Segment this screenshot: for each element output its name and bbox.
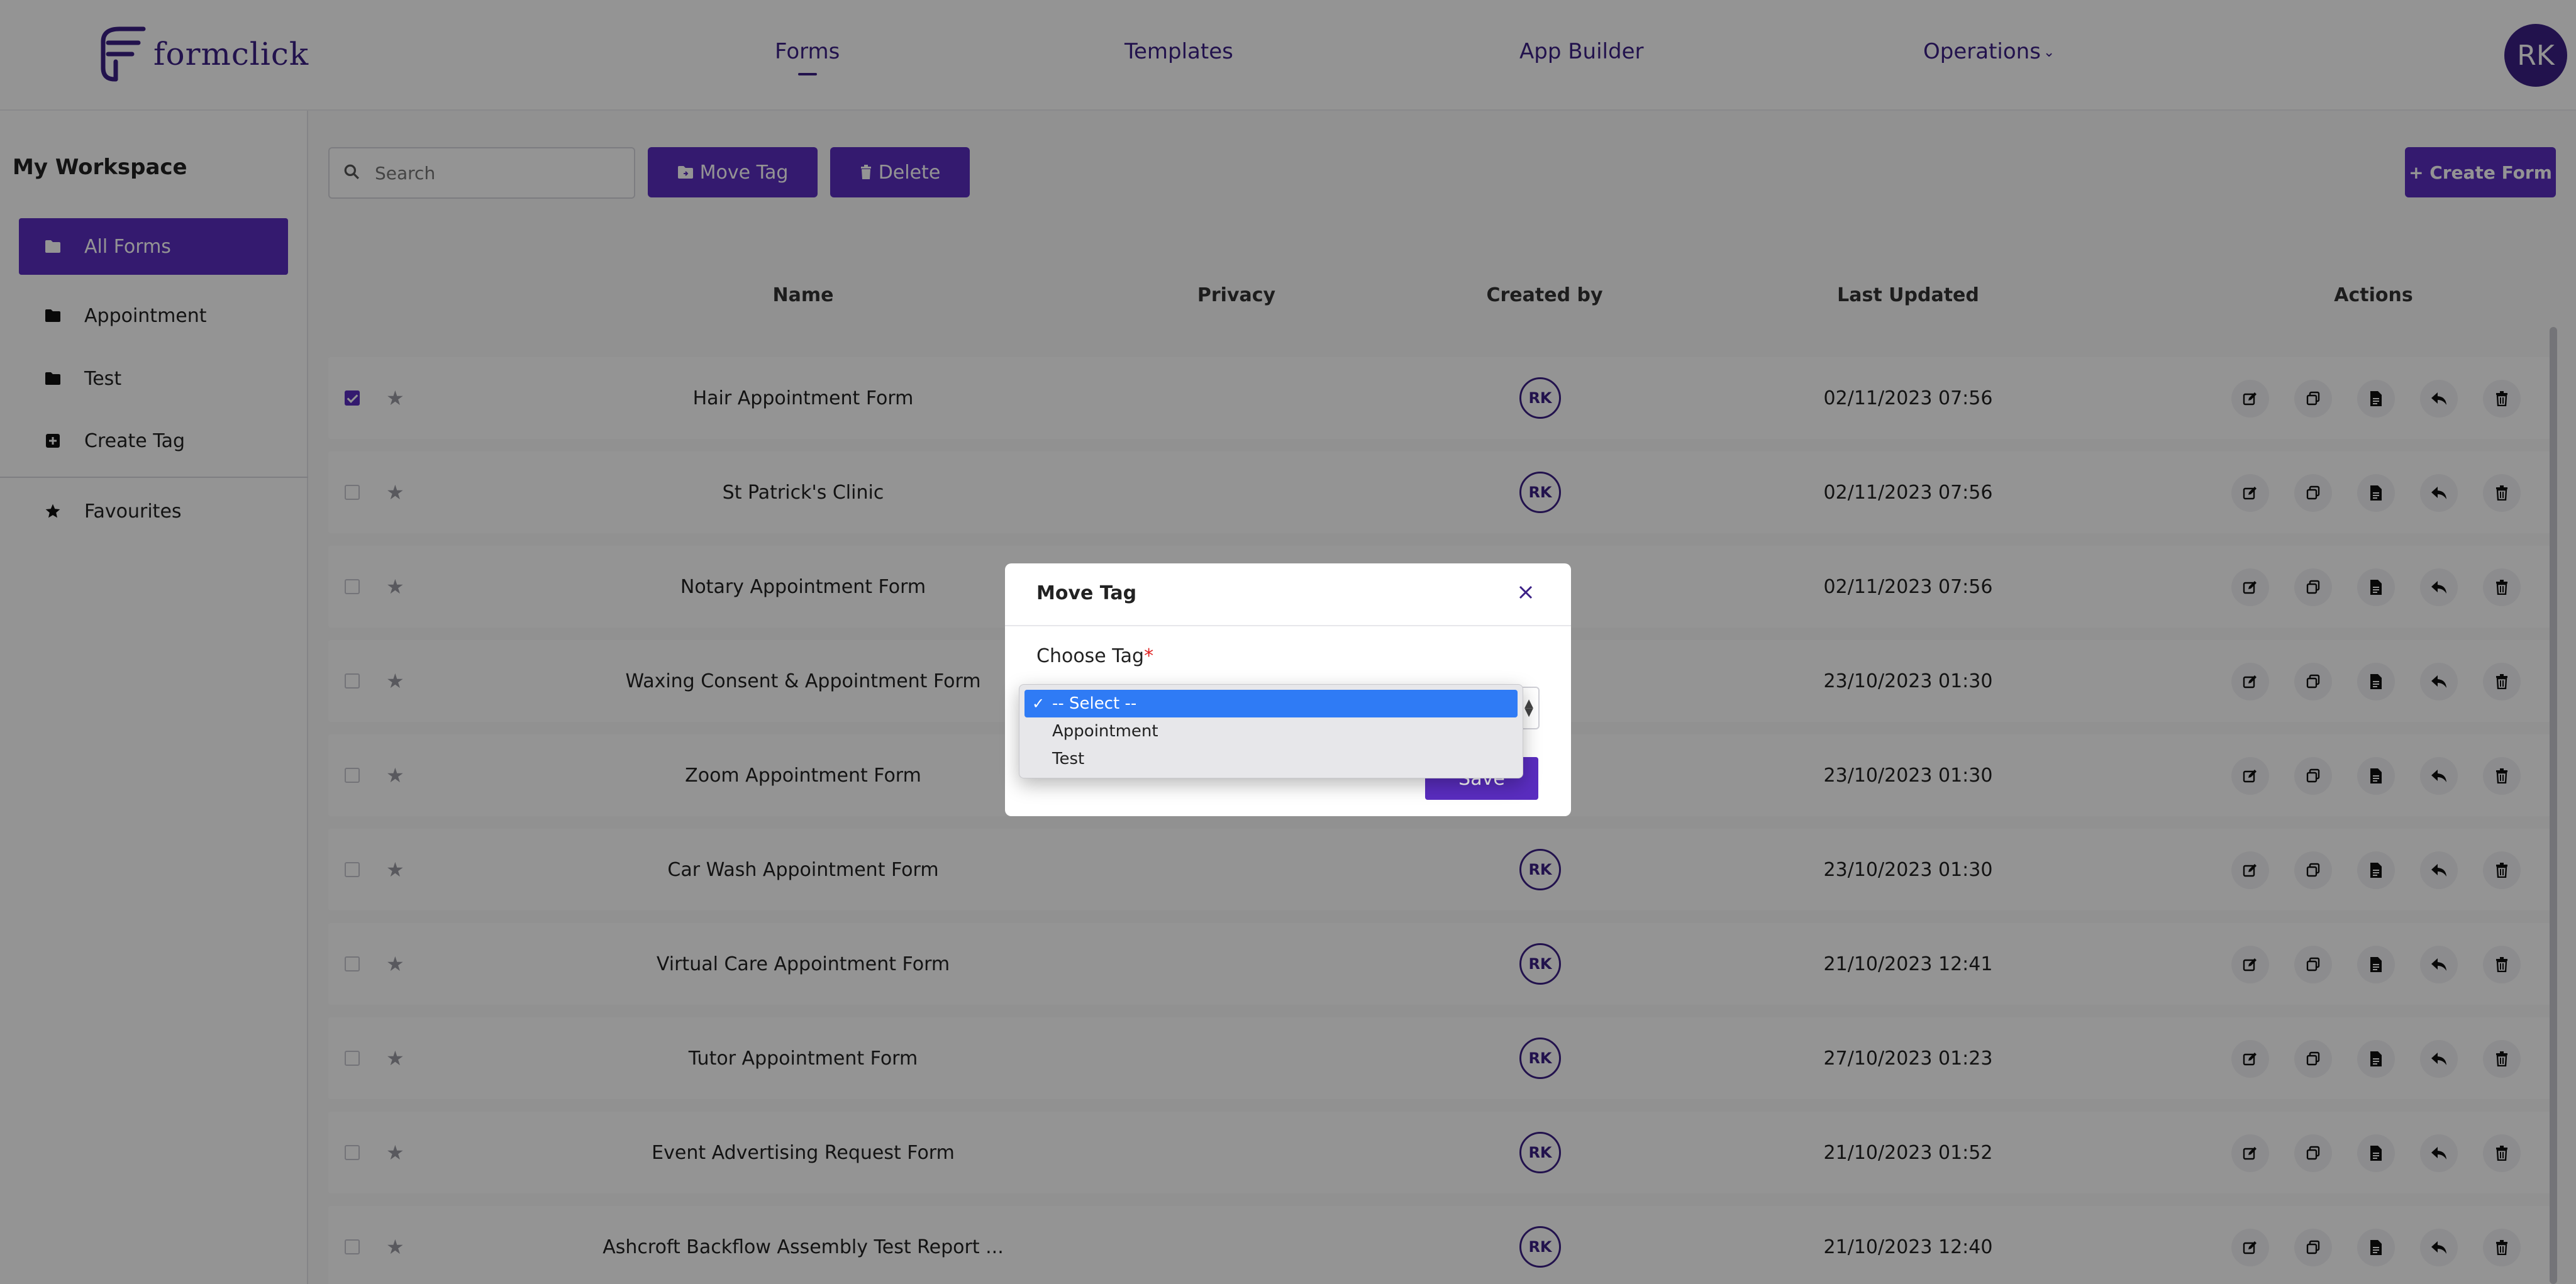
required-mark: *: [1144, 645, 1154, 667]
dropdown-option-label: Test: [1052, 750, 1085, 768]
dropdown-option-label: -- Select --: [1052, 694, 1137, 713]
choose-tag-label: Choose Tag*: [1036, 645, 1153, 667]
select-arrows-icon: ▲ ▼: [1524, 697, 1533, 719]
choose-tag-text: Choose Tag: [1036, 645, 1145, 667]
close-icon: [1519, 585, 1533, 599]
dropdown-option-label: Appointment: [1052, 722, 1158, 741]
close-button[interactable]: [1513, 580, 1538, 605]
modal-divider: [1005, 625, 1571, 626]
checkmark-icon: ✓: [1032, 695, 1045, 712]
dropdown-option-test[interactable]: Test: [1024, 745, 1518, 773]
dropdown-option-appointment[interactable]: Appointment: [1024, 717, 1518, 745]
dropdown-option-select[interactable]: ✓ -- Select --: [1024, 690, 1518, 717]
tag-dropdown-list: ✓ -- Select -- Appointment Test: [1019, 684, 1523, 778]
modal-title: Move Tag: [1036, 582, 1137, 604]
